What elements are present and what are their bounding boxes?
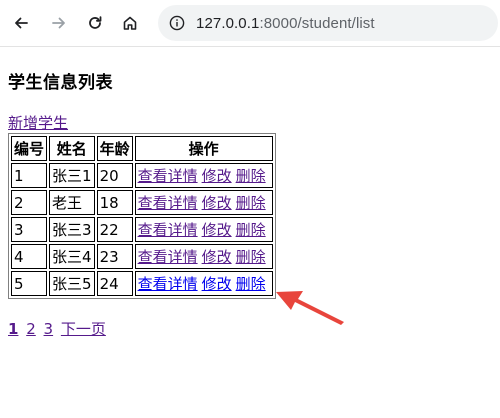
cell-age: 23 (96, 244, 133, 269)
reload-button[interactable] (83, 11, 107, 35)
cell-actions: 查看详情 修改 删除 (134, 271, 273, 296)
edit-link[interactable]: 修改 (202, 248, 232, 266)
url-host: 127.0.0.1 (196, 14, 260, 32)
edit-link[interactable]: 修改 (202, 194, 232, 212)
page-link-2[interactable]: 2 (26, 320, 36, 338)
reload-icon (89, 16, 102, 29)
cell-id: 1 (11, 163, 48, 188)
cell-actions: 查看详情 修改 删除 (134, 163, 273, 188)
home-icon (123, 16, 137, 30)
url-text: 127.0.0.1:8000/student/list (196, 15, 375, 32)
url-path: :8000/student/list (259, 14, 375, 32)
header-name: 姓名 (49, 136, 95, 161)
cell-age: 18 (96, 190, 133, 215)
cell-name: 张三5 (49, 271, 95, 296)
delete-link[interactable]: 删除 (236, 194, 266, 212)
view-detail-link[interactable]: 查看详情 (138, 194, 198, 212)
cell-id: 4 (11, 244, 48, 269)
cell-id: 3 (11, 217, 48, 242)
view-detail-link[interactable]: 查看详情 (138, 167, 198, 185)
table-row: 5 张三5 24 查看详情 修改 删除 (11, 271, 273, 296)
cell-id: 5 (11, 271, 48, 296)
table-row: 2 老王 18 查看详情 修改 删除 (11, 190, 273, 215)
edit-link[interactable]: 修改 (202, 167, 232, 185)
cell-actions: 查看详情 修改 删除 (134, 190, 273, 215)
view-detail-link[interactable]: 查看详情 (138, 221, 198, 239)
view-detail-link[interactable]: 查看详情 (138, 248, 198, 266)
cell-age: 22 (96, 217, 133, 242)
delete-link[interactable]: 删除 (236, 221, 266, 239)
edit-link[interactable]: 修改 (202, 221, 232, 239)
info-icon[interactable] (168, 14, 186, 32)
table-header-row: 编号 姓名 年龄 操作 (11, 136, 273, 161)
cell-id: 2 (11, 190, 48, 215)
student-table: 编号 姓名 年龄 操作 1 张三1 20 查看详情 修改 删除 2 老王 18 查看… (8, 133, 276, 299)
page-link-3[interactable]: 3 (44, 320, 54, 338)
cell-name: 张三1 (49, 163, 95, 188)
delete-link[interactable]: 删除 (236, 167, 266, 185)
pagination: 1 2 3 下一页 (8, 318, 109, 339)
edit-link[interactable]: 修改 (202, 275, 232, 293)
next-page-link[interactable]: 下一页 (61, 320, 106, 338)
cell-name: 老王 (49, 190, 95, 215)
page-link-1[interactable]: 1 (8, 320, 18, 338)
cell-actions: 查看详情 修改 删除 (134, 217, 273, 242)
home-button[interactable] (118, 11, 142, 35)
arrow-left-icon (15, 17, 28, 29)
back-button[interactable] (9, 11, 33, 35)
header-actions: 操作 (134, 136, 273, 161)
delete-link[interactable]: 删除 (236, 275, 266, 293)
view-detail-link[interactable]: 查看详情 (138, 275, 198, 293)
address-bar[interactable]: 127.0.0.1:8000/student/list (158, 5, 498, 41)
cell-age: 24 (96, 271, 133, 296)
cell-name: 张三3 (49, 217, 95, 242)
cell-age: 20 (96, 163, 133, 188)
forward-button[interactable] (47, 11, 71, 35)
arrow-right-icon (52, 17, 65, 29)
header-age: 年龄 (96, 136, 133, 161)
delete-link[interactable]: 删除 (236, 248, 266, 266)
cell-name: 张三4 (49, 244, 95, 269)
header-id: 编号 (11, 136, 48, 161)
table-row: 4 张三4 23 查看详情 修改 删除 (11, 244, 273, 269)
browser-toolbar: 127.0.0.1:8000/student/list (0, 0, 500, 47)
cell-actions: 查看详情 修改 删除 (134, 244, 273, 269)
table-row: 3 张三3 22 查看详情 修改 删除 (11, 217, 273, 242)
add-student-link[interactable]: 新增学生 (8, 112, 68, 133)
table-row: 1 张三1 20 查看详情 修改 删除 (11, 163, 273, 188)
page-title: 学生信息列表 (8, 73, 113, 93)
